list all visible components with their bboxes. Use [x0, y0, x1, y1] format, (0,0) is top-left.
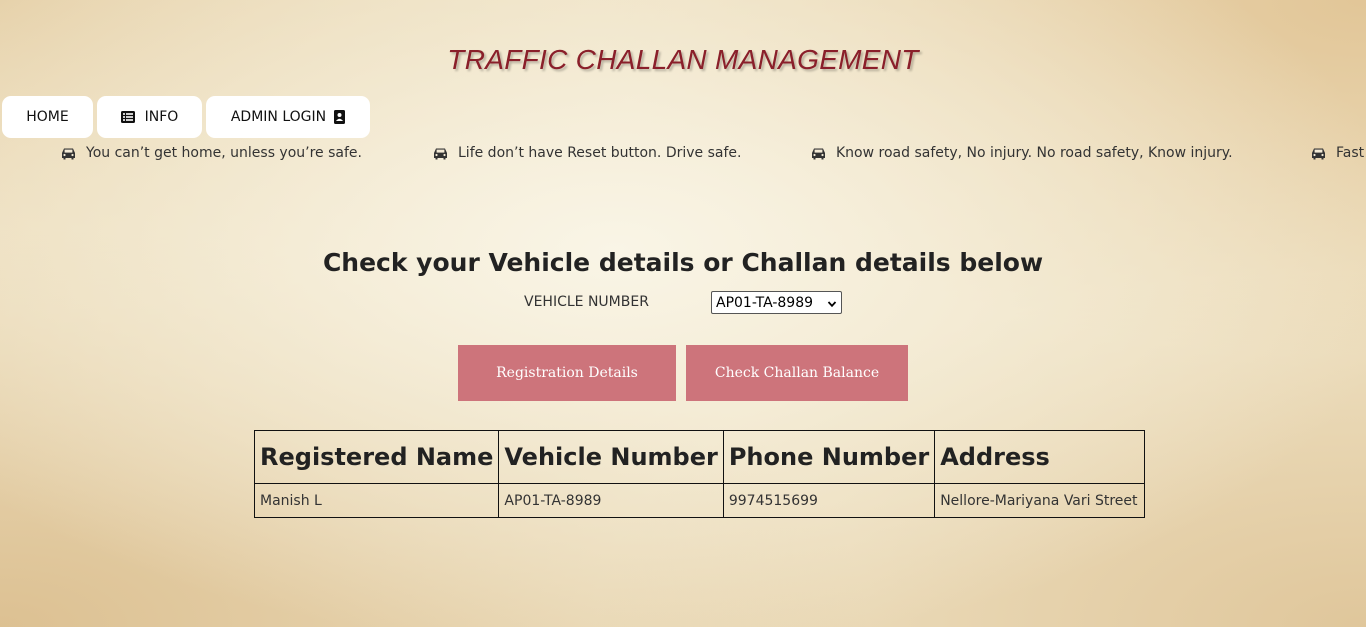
safety-marquee: You can’t get home, unless you’re safe. …	[0, 145, 1366, 165]
marquee-item: Fast	[1311, 145, 1364, 161]
column-header-registered-name: Registered Name	[253, 430, 500, 484]
registration-details-button[interactable]: Registration Details	[458, 345, 676, 401]
registration-details-label: Registration Details	[496, 365, 638, 381]
info-button-label: INFO	[144, 109, 179, 125]
marquee-item: Life don’t have Reset button. Drive safe…	[433, 145, 741, 161]
admin-login-label: ADMIN LOGIN	[230, 109, 327, 125]
table-row: Manish L AP01-TA-8989 9974515699 Nellore…	[253, 483, 1146, 518]
marquee-text: Fast	[1336, 145, 1365, 161]
table-header-row: Registered Name Vehicle Number Phone Num…	[253, 430, 1146, 484]
car-icon	[811, 147, 826, 160]
chevron-down-icon	[827, 297, 837, 313]
cell-registered-name: Manish L	[253, 483, 500, 518]
admin-login-button[interactable]: ADMIN LOGIN	[206, 96, 370, 138]
marquee-item: You can’t get home, unless you’re safe.	[61, 145, 362, 161]
vehicle-number-select[interactable]: AP01-TA-8989	[711, 291, 842, 314]
cell-vehicle-number: AP01-TA-8989	[498, 483, 724, 518]
column-header-vehicle-number: Vehicle Number	[498, 430, 724, 484]
vehicle-number-label: VEHICLE NUMBER	[524, 294, 649, 310]
vehicle-number-value: AP01-TA-8989	[716, 294, 814, 311]
section-heading: Check your Vehicle details or Challan de…	[322, 248, 1044, 277]
check-challan-balance-button[interactable]: Check Challan Balance	[686, 345, 908, 401]
column-header-phone-number: Phone Number	[722, 430, 936, 484]
home-button[interactable]: HOME	[2, 96, 93, 138]
car-icon	[61, 147, 76, 160]
car-icon	[433, 147, 448, 160]
page-title: TRAFFIC CHALLAN MANAGEMENT	[447, 44, 919, 75]
nav-bar: HOME INFO ADMIN LOGIN	[2, 96, 370, 138]
list-icon	[120, 111, 135, 123]
marquee-text: Life don’t have Reset button. Drive safe…	[458, 145, 742, 161]
car-icon	[1311, 147, 1326, 160]
cell-phone-number: 9974515699	[722, 483, 936, 518]
marquee-text: Know road safety, No injury. No road saf…	[836, 145, 1233, 161]
marquee-text: You can’t get home, unless you’re safe.	[86, 145, 362, 161]
cell-address: Nellore-Mariyana Vari Street	[934, 483, 1146, 518]
marquee-item: Know road safety, No injury. No road saf…	[811, 145, 1233, 161]
home-button-label: HOME	[26, 109, 69, 125]
contact-card-icon	[334, 110, 346, 124]
column-header-address: Address	[934, 430, 1146, 484]
info-button[interactable]: INFO	[97, 96, 202, 138]
vehicle-details-table: Registered Name Vehicle Number Phone Num…	[253, 430, 1146, 518]
check-challan-balance-label: Check Challan Balance	[714, 365, 880, 381]
